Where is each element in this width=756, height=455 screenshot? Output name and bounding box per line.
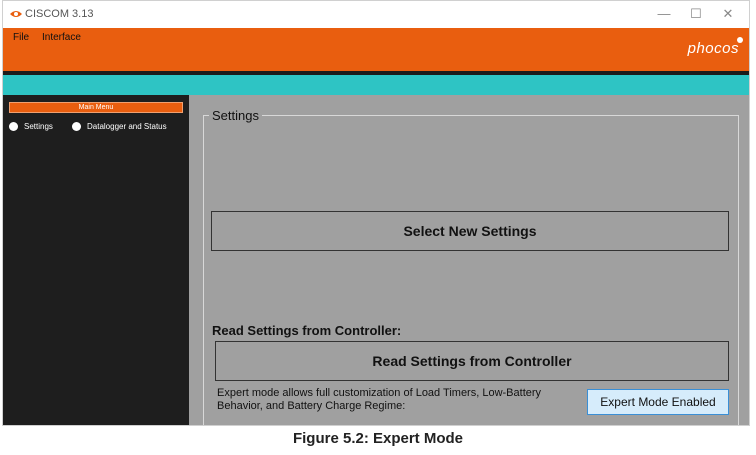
expert-mode-button[interactable]: Expert Mode Enabled xyxy=(587,389,729,415)
app-logo-icon xyxy=(10,11,22,17)
figure-caption: Figure 5.2: Expert Mode xyxy=(292,430,464,447)
maximize-button[interactable]: ☐ xyxy=(685,5,707,23)
select-new-settings-button[interactable]: Select New Settings xyxy=(211,211,729,251)
sidebar: Main Menu Settings Datalogger and Status xyxy=(3,95,189,425)
menu-interface[interactable]: Interface xyxy=(42,32,81,43)
read-settings-button[interactable]: Read Settings from Controller xyxy=(215,341,729,381)
radio-datalogger[interactable]: Datalogger and Status xyxy=(72,122,167,131)
main-menu-button[interactable]: Main Menu xyxy=(9,102,183,113)
menu-file[interactable]: File xyxy=(13,32,29,43)
read-settings-label: Read Settings from Controller: xyxy=(212,323,402,338)
settings-group-title: Settings xyxy=(209,108,262,123)
logo-dot-icon xyxy=(737,37,743,43)
menu-bar: File Interface phocos xyxy=(3,28,749,71)
radio-settings-label: Settings xyxy=(24,122,53,131)
app-window: CISCOM 3.13 — ☐ ✕ File Interface phocos … xyxy=(2,0,750,426)
radio-settings-circle-icon[interactable] xyxy=(9,122,18,131)
content-panel: Settings Select New Settings Read Settin… xyxy=(189,95,749,425)
close-button[interactable]: ✕ xyxy=(717,5,739,23)
title-bar: CISCOM 3.13 — ☐ ✕ xyxy=(3,1,749,28)
radio-settings[interactable]: Settings xyxy=(9,122,53,131)
phocos-logo: phocos xyxy=(687,40,739,57)
radio-datalogger-label: Datalogger and Status xyxy=(87,122,167,131)
status-strip xyxy=(3,75,749,95)
expert-mode-description: Expert mode allows full customization of… xyxy=(217,387,542,412)
radio-datalogger-circle-icon[interactable] xyxy=(72,122,81,131)
window-title: CISCOM 3.13 xyxy=(25,8,94,20)
minimize-button[interactable]: — xyxy=(653,5,675,23)
